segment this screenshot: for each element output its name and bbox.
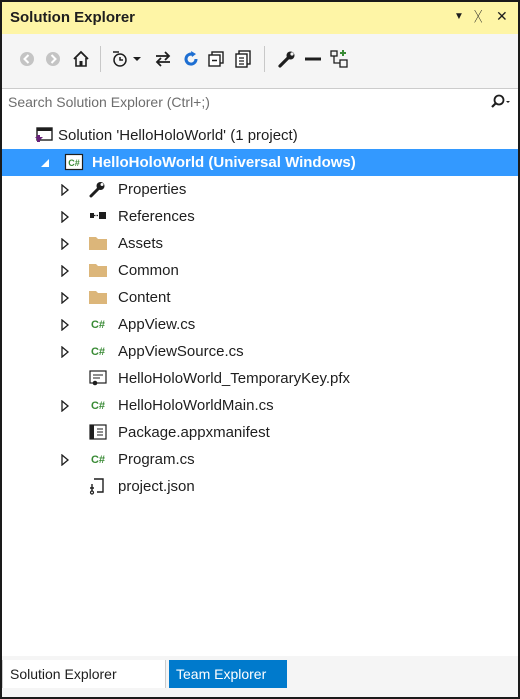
forward-button[interactable] <box>40 46 66 72</box>
collapsed-arrow-icon[interactable] <box>60 264 70 278</box>
tree-item-label: HelloHoloWorld_TemporaryKey.pfx <box>118 370 351 387</box>
view-class-diagram-button[interactable] <box>326 46 352 72</box>
tree-item-label: Package.appxmanifest <box>118 424 270 441</box>
svg-text:C#: C# <box>91 319 105 331</box>
tree-item[interactable]: References <box>2 203 518 230</box>
wrench-icon <box>278 51 295 68</box>
collapsed-arrow-icon[interactable] <box>60 291 70 305</box>
csharp-file-icon: C# <box>88 342 108 360</box>
manifest-icon <box>88 423 108 441</box>
tree-item[interactable]: Common <box>2 257 518 284</box>
tree-item[interactable]: Package.appxmanifest <box>2 419 518 446</box>
csharp-project-icon: C# <box>64 153 84 171</box>
chevron-down-icon <box>133 57 141 61</box>
tree-item-label: AppView.cs <box>118 316 196 333</box>
collapsed-arrow-icon[interactable] <box>60 237 70 251</box>
tree-item[interactable]: Content <box>2 284 518 311</box>
tree-item[interactable]: C# AppView.cs <box>2 311 518 338</box>
clock-filter-icon <box>113 51 127 67</box>
preview-dash-icon <box>305 57 321 61</box>
tab-team-explorer[interactable]: Team Explorer <box>169 660 287 688</box>
csharp-file-icon: C# <box>88 450 108 468</box>
tree-item[interactable]: C# Program.cs <box>2 446 518 473</box>
tree-item[interactable]: project.json <box>2 473 518 500</box>
panel-tabs: Solution Explorer Team Explorer <box>2 656 518 697</box>
tree-item[interactable]: C# HelloHoloWorldMain.cs <box>2 392 518 419</box>
references-icon <box>88 207 108 225</box>
tree-item-label: Properties <box>118 181 187 198</box>
collapse-all-icon <box>208 51 224 67</box>
panel-title: Solution Explorer <box>10 9 136 26</box>
tree-item-label: HelloHoloWorldMain.cs <box>118 397 274 414</box>
filter-dropdown-button[interactable] <box>130 46 144 72</box>
back-button[interactable] <box>14 46 40 72</box>
certificate-icon <box>88 369 108 387</box>
pin-button[interactable]: ᚷ <box>474 8 482 24</box>
svg-text:C#: C# <box>68 158 80 168</box>
csharp-file-icon: C# <box>88 315 108 333</box>
solution-tree: Solution 'HelloHoloWorld' (1 project) C#… <box>2 116 518 656</box>
search-icon <box>491 94 510 108</box>
toolbar-separator <box>264 46 265 72</box>
show-all-files-icon <box>235 50 251 68</box>
collapsed-arrow-icon[interactable] <box>60 453 70 467</box>
folder-icon <box>88 234 108 252</box>
refresh-icon <box>184 51 198 66</box>
collapse-all-button[interactable] <box>204 46 230 72</box>
back-icon <box>20 52 34 66</box>
search-button[interactable] <box>490 94 510 115</box>
search-input[interactable] <box>8 93 468 111</box>
project-label: HelloHoloWorld (Universal Windows) <box>92 154 356 171</box>
csharp-file-icon: C# <box>88 396 108 414</box>
tree-item-label: Assets <box>118 235 164 252</box>
svg-text:C#: C# <box>91 454 105 466</box>
tree-item-label: Content <box>118 289 171 306</box>
svg-text:C#: C# <box>91 400 105 412</box>
toolbar <box>2 34 518 88</box>
search-box <box>2 88 518 118</box>
solution-explorer-panel: Solution Explorer ▼ ᚷ ✕ Search Solution … <box>0 0 520 699</box>
class-diagram-icon <box>330 50 348 68</box>
tree-item[interactable]: C# AppViewSource.cs <box>2 338 518 365</box>
tree-item-label: Common <box>118 262 179 279</box>
refresh-button[interactable] <box>178 46 204 72</box>
collapsed-arrow-icon[interactable] <box>60 345 70 359</box>
tree-item-label: AppViewSource.cs <box>118 343 244 360</box>
home-icon <box>73 50 89 67</box>
folder-icon <box>88 288 108 306</box>
collapsed-arrow-icon[interactable] <box>60 183 70 197</box>
toolbar-separator <box>100 46 101 72</box>
collapsed-arrow-icon[interactable] <box>60 318 70 332</box>
expanded-arrow-icon[interactable] <box>40 156 50 168</box>
forward-icon <box>46 52 60 66</box>
collapsed-arrow-icon[interactable] <box>60 210 70 224</box>
folder-icon <box>88 261 108 279</box>
solution-icon <box>34 126 54 144</box>
window-position-dropdown[interactable]: ▼ <box>454 11 464 22</box>
project-node[interactable]: C# HelloHoloWorld (Universal Windows) <box>2 149 518 176</box>
json-file-icon <box>88 477 108 495</box>
properties-button[interactable] <box>274 46 300 72</box>
svg-text:C#: C# <box>91 346 105 358</box>
preview-selected-items-button[interactable] <box>300 46 326 72</box>
tree-item-label: Program.cs <box>118 451 195 468</box>
collapsed-arrow-icon[interactable] <box>60 399 70 413</box>
tab-solution-explorer[interactable]: Solution Explorer <box>2 660 166 688</box>
home-button[interactable] <box>68 46 94 72</box>
solution-label: Solution 'HelloHoloWorld' (1 project) <box>58 127 298 144</box>
close-button[interactable]: ✕ <box>496 8 508 25</box>
tree-item[interactable]: Properties <box>2 176 518 203</box>
sync-with-active-document-button[interactable] <box>150 46 176 72</box>
solution-node[interactable]: Solution 'HelloHoloWorld' (1 project) <box>2 122 518 149</box>
panel-title-bar: Solution Explorer ▼ ᚷ ✕ <box>2 2 518 34</box>
tree-item[interactable]: HelloHoloWorld_TemporaryKey.pfx <box>2 365 518 392</box>
tree-item-label: project.json <box>118 478 195 495</box>
wrench-icon <box>88 180 108 198</box>
sync-arrows-icon <box>155 51 171 67</box>
tree-item-label: References <box>118 208 195 225</box>
tree-item[interactable]: Assets <box>2 230 518 257</box>
show-all-files-button[interactable] <box>230 46 256 72</box>
